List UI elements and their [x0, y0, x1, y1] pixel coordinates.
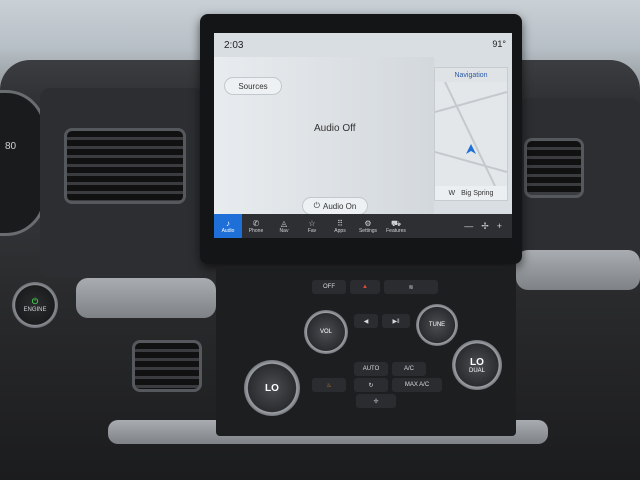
- defrost-button[interactable]: ≋: [384, 280, 438, 294]
- off-button[interactable]: OFF: [312, 280, 346, 294]
- play-pause-icon: ▶‖: [392, 318, 400, 325]
- left-air-vent: [64, 128, 186, 204]
- climate-control-panel: OFF ▲ ≋ VOL TUNE ◀ ▶‖ LO LO DUAL AUTO A/…: [216, 266, 516, 436]
- vol-label: VOL: [319, 329, 332, 335]
- tab-bar-right-icons: — ✢ +: [464, 214, 512, 238]
- off-label: OFF: [323, 284, 335, 290]
- dash-trim-right: [516, 250, 640, 290]
- right-air-vent: [524, 138, 584, 198]
- nav-arrow-icon: ◬: [280, 218, 288, 228]
- recirculation-icon: ↻: [368, 382, 374, 389]
- fan-icon[interactable]: ✢: [481, 221, 489, 232]
- tab-label: Nav: [279, 227, 289, 234]
- ac-button[interactable]: A/C: [392, 362, 426, 376]
- car-icon: ⛟: [390, 218, 402, 228]
- driver-temp-value: LO: [265, 382, 279, 394]
- tab-settings[interactable]: ⚙ Settings: [354, 214, 382, 238]
- play-pause-button[interactable]: ▶‖: [382, 314, 410, 328]
- passenger-temperature-knob[interactable]: LO DUAL: [452, 340, 502, 390]
- engine-label: ENGINE: [23, 307, 47, 313]
- hazard-button[interactable]: ▲: [350, 280, 380, 294]
- navigation-card[interactable]: Navigation W Big Spring: [434, 67, 508, 201]
- grid-icon: ⠿: [337, 218, 343, 228]
- fan-icon: ✢: [373, 398, 379, 405]
- tab-features[interactable]: ⛟ Features: [382, 214, 410, 238]
- gear-icon: ⚙: [364, 218, 372, 228]
- phone-icon: ✆: [252, 218, 260, 228]
- auto-label: AUTO: [362, 366, 380, 372]
- fan-speed-button[interactable]: ✢: [356, 394, 396, 408]
- clock: 2:03: [224, 40, 244, 51]
- compass-heading: W: [448, 189, 456, 197]
- plus-icon[interactable]: +: [497, 221, 502, 231]
- tab-label: Phone: [248, 227, 264, 234]
- tab-phone[interactable]: ✆ Phone: [242, 214, 270, 238]
- media-panel: Sources Audio Off ⏻ Audio On: [214, 57, 434, 217]
- tab-apps[interactable]: ⠿ Apps: [326, 214, 354, 238]
- infotainment-screen: 2:03 91° Sources Audio Off ⏻ Audio On Na…: [214, 33, 512, 238]
- tab-label: Fav: [307, 227, 317, 234]
- dual-label: DUAL: [468, 367, 485, 374]
- max-ac-label: MAX A/C: [404, 382, 430, 388]
- passenger-temp-value: LO: [470, 356, 484, 368]
- seat-heat-icon: ♨: [326, 382, 332, 389]
- defrost-icon: ≋: [408, 284, 414, 291]
- map-roads: [434, 81, 508, 187]
- hazard-icon: ▲: [362, 284, 368, 290]
- seek-back-button[interactable]: ◀: [354, 314, 378, 328]
- lower-left-vent: [132, 340, 202, 392]
- ac-label: A/C: [403, 366, 414, 372]
- minus-icon[interactable]: —: [464, 221, 473, 231]
- sources-button[interactable]: Sources: [224, 77, 282, 95]
- tab-audio[interactable]: ♪ Audio: [214, 214, 242, 238]
- seek-back-icon: ◀: [363, 318, 369, 325]
- music-note-icon: ♪: [226, 218, 230, 228]
- seat-heat-button[interactable]: ♨: [312, 378, 346, 392]
- tab-label: Settings: [358, 227, 378, 234]
- status-bar: 2:03 91°: [214, 33, 512, 57]
- navigation-title: Navigation: [435, 68, 507, 82]
- power-icon: ⏻: [313, 201, 320, 210]
- engine-start-stop-button[interactable]: ⏻ ENGINE: [12, 282, 58, 328]
- auto-climate-button[interactable]: AUTO: [354, 362, 388, 376]
- max-ac-button[interactable]: MAX A/C: [392, 378, 442, 392]
- outside-temperature: 91°: [492, 39, 506, 49]
- tab-label: Features: [386, 227, 406, 234]
- navigation-map[interactable]: [434, 81, 508, 187]
- bottom-tab-bar: ♪ Audio ✆ Phone ◬ Nav ☆ Fav ⠿ Apps ⚙ Set…: [214, 214, 512, 238]
- volume-knob[interactable]: VOL: [304, 310, 348, 354]
- audio-on-label: Audio On: [322, 201, 357, 211]
- recirculation-button[interactable]: ↻: [354, 378, 388, 392]
- audio-status: Audio Off: [314, 123, 356, 134]
- star-icon: ☆: [308, 218, 316, 228]
- tab-fav[interactable]: ☆ Fav: [298, 214, 326, 238]
- power-icon: ⏻: [31, 297, 39, 306]
- dash-trim-left: [76, 278, 216, 318]
- tab-nav[interactable]: ◬ Nav: [270, 214, 298, 238]
- audio-on-button[interactable]: ⏻ Audio On: [302, 197, 368, 215]
- navigation-street: W Big Spring: [435, 186, 507, 200]
- driver-temperature-knob[interactable]: LO: [244, 360, 300, 416]
- tab-label: Audio: [221, 227, 235, 234]
- tune-label: TUNE: [428, 322, 446, 328]
- street-name: Big Spring: [461, 189, 494, 197]
- tab-label: Apps: [334, 227, 346, 234]
